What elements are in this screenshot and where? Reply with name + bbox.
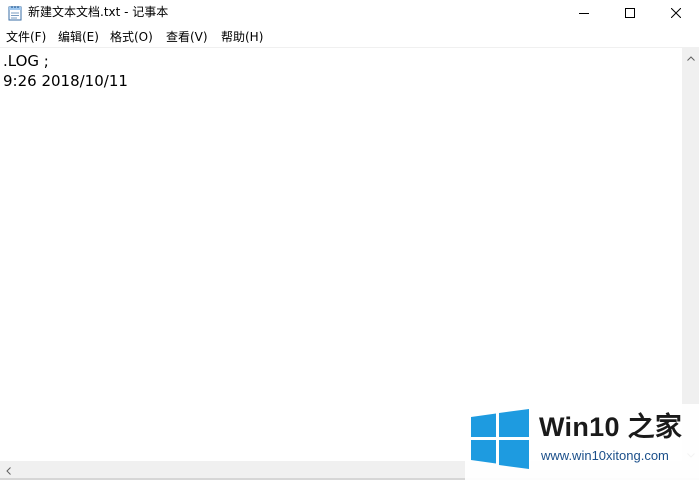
windows-logo-icon	[469, 408, 531, 470]
menu-file[interactable]: 文件(F)	[4, 27, 48, 47]
text-editor[interactable]: .LOG ; 9:26 2018/10/11	[0, 47, 682, 461]
minimize-button[interactable]	[561, 0, 607, 26]
vertical-scrollbar[interactable]	[682, 47, 699, 461]
window-title: 新建文本文档.txt - 记事本	[28, 5, 169, 19]
notepad-icon[interactable]	[8, 5, 22, 21]
watermark-title: Win10 之家	[539, 412, 683, 442]
menu-edit[interactable]: 编辑(E)	[56, 27, 101, 47]
maximize-button[interactable]	[607, 0, 653, 26]
minimize-icon	[579, 8, 589, 18]
menu-view[interactable]: 查看(V)	[164, 27, 210, 47]
watermark-url: www.win10xitong.com	[541, 448, 669, 463]
scroll-up-button[interactable]	[682, 47, 699, 64]
title-bar[interactable]: 新建文本文档.txt - 记事本	[0, 0, 699, 26]
menu-help[interactable]: 帮助(H)	[219, 27, 265, 47]
watermark: Win10 之家 www.win10xitong.com	[465, 404, 699, 480]
editor-line: .LOG ;	[3, 52, 49, 70]
chevron-left-icon	[6, 460, 11, 479]
scroll-left-button[interactable]	[0, 461, 17, 478]
menu-bar: 文件(F) 编辑(E) 格式(O) 查看(V) 帮助(H)	[0, 27, 699, 47]
close-icon	[671, 8, 681, 18]
close-button[interactable]	[653, 0, 699, 26]
menu-format[interactable]: 格式(O)	[108, 27, 155, 47]
editor-line: 9:26 2018/10/11	[3, 72, 128, 90]
chevron-up-icon	[686, 46, 695, 65]
maximize-icon	[625, 8, 635, 18]
notepad-window: 新建文本文档.txt - 记事本 文件(F) 编辑(E) 格式(O) 查看(V)…	[0, 0, 699, 480]
